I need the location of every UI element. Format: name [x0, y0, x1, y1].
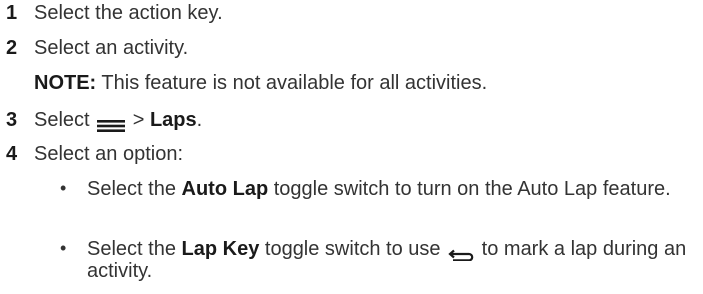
- step-text-separator: >: [127, 109, 150, 131]
- bullet-text: Select the Auto Lap toggle switch to tur…: [87, 178, 687, 200]
- step-text-pre: Select: [34, 109, 96, 131]
- step-number: 2: [6, 37, 18, 59]
- step-text: Select > Laps.: [34, 109, 202, 132]
- step-number: 3: [6, 109, 18, 131]
- step-text: Select an activity.: [34, 37, 189, 59]
- step-text-post: .: [196, 109, 203, 131]
- bullet-marker: •: [60, 178, 67, 198]
- laps-label: Laps: [149, 109, 197, 131]
- bullet-text-pre: Select the: [87, 238, 182, 260]
- bullet-text-mid: toggle switch to use: [259, 238, 447, 260]
- lap-key-label: Lap Key: [181, 238, 260, 260]
- note-body: This feature is not available for all ac…: [96, 72, 488, 94]
- note-label: NOTE:: [34, 72, 97, 94]
- note-text: NOTE: This feature is not available for …: [34, 72, 487, 95]
- step-number: 4: [6, 143, 18, 165]
- step-text: Select the action key.: [34, 2, 223, 24]
- auto-lap-label: Auto Lap: [181, 178, 269, 200]
- step-number: 1: [6, 2, 18, 24]
- menu-icon: [97, 115, 126, 132]
- bullet-text: Select the Lap Key toggle switch to use …: [87, 238, 687, 282]
- bullet-marker: •: [60, 238, 67, 258]
- back-arrow-icon: [448, 244, 474, 262]
- bullet-text-pre: Select the: [87, 178, 182, 200]
- step-text: Select an option:: [34, 143, 183, 165]
- bullet-text-post: toggle switch to turn on the Auto Lap fe…: [268, 178, 671, 200]
